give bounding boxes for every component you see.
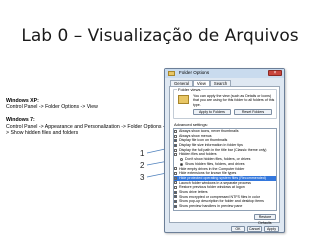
setting-checkbox[interactable] [174,139,177,143]
setting-checkbox[interactable] [174,143,177,147]
ok-button[interactable]: OK [231,226,245,232]
setting-checkbox[interactable] [174,167,177,171]
close-button[interactable]: × [268,70,282,76]
dialog-titlebar[interactable]: Folder Options × [165,69,284,78]
setting-checkbox[interactable] [174,200,177,204]
folder-views-icon [178,95,189,104]
cancel-button[interactable]: Cancel [247,226,262,232]
setting-checkbox[interactable] [174,186,177,190]
apply-to-folders-button[interactable]: Apply to Folders [193,109,231,115]
setting-checkbox[interactable] [174,204,177,208]
advanced-settings-label: Advanced settings: [174,122,208,127]
setting-checkbox[interactable] [174,134,177,138]
setting-checkbox[interactable] [174,195,177,199]
folder-views-label: Folder views [177,87,202,92]
setting-checkbox[interactable] [174,190,177,194]
apply-button[interactable]: Apply [264,226,279,232]
restore-defaults-button[interactable]: Restore Defaults [254,214,276,225]
folder-views-group: Folder views You can apply the view (suc… [173,87,277,119]
setting-checkbox[interactable] [174,129,177,133]
setting-label: Show preview handlers in preview pane [179,204,243,208]
setting-checkbox[interactable] [174,181,177,185]
dialog-title: Folder Options [179,70,210,75]
setting-checkbox[interactable] [174,148,177,152]
advanced-settings-list[interactable]: Always show icons, never thumbnails Alway… [173,128,277,211]
folder-views-description: You can apply the view (such as Details … [193,94,275,107]
setting-radio[interactable] [180,162,183,166]
setting-radio[interactable] [180,157,183,161]
setting-checkbox[interactable] [174,153,177,157]
setting-row[interactable]: Show preview handlers in preview pane [174,204,276,209]
view-panel: Folder views You can apply the view (suc… [169,86,280,225]
setting-checkbox[interactable] [174,176,177,180]
setting-checkbox[interactable] [174,172,177,176]
folder-icon [168,71,175,76]
reset-folders-button[interactable]: Reset Folders [234,109,272,115]
folder-options-dialog: Folder Options × General View Search Fol… [164,68,285,233]
